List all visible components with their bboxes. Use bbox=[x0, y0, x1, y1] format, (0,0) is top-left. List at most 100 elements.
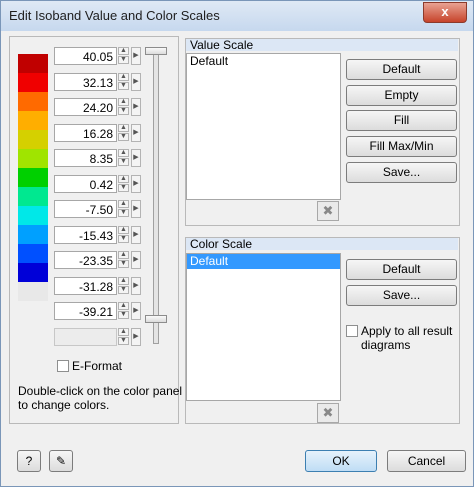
value-spinner[interactable]: 16.28 ▲ ▼ ▶ bbox=[54, 124, 141, 142]
title-bar[interactable]: Edit Isoband Value and Color Scales x bbox=[1, 1, 473, 31]
spin-up-icon[interactable]: ▲ bbox=[118, 98, 129, 106]
value-spinner[interactable]: 40.05 ▲ ▼ ▶ bbox=[54, 47, 141, 65]
color-swatch[interactable] bbox=[18, 111, 48, 130]
value-field[interactable]: 16.28 bbox=[54, 124, 117, 142]
color-swatch[interactable] bbox=[18, 54, 48, 73]
color-swatch[interactable] bbox=[18, 244, 48, 263]
side-arrow-icon[interactable]: ▶ bbox=[131, 149, 141, 167]
side-arrow-icon[interactable]: ▶ bbox=[131, 226, 141, 244]
value-spinner[interactable]: -39.21 ▲ ▼ ▶ bbox=[54, 302, 141, 320]
color-swatch[interactable] bbox=[18, 225, 48, 244]
spin-arrows[interactable]: ▲ ▼ bbox=[118, 124, 129, 142]
color-swatch[interactable] bbox=[18, 92, 48, 111]
value-field[interactable]: 8.35 bbox=[54, 149, 117, 167]
value-spinner[interactable]: -31.28 ▲ ▼ ▶ bbox=[54, 277, 141, 295]
spin-down-icon[interactable]: ▼ bbox=[118, 82, 129, 90]
list-item[interactable]: Default bbox=[187, 54, 340, 69]
color-swatch[interactable] bbox=[18, 73, 48, 92]
value-spinner[interactable]: -7.50 ▲ ▼ ▶ bbox=[54, 200, 141, 218]
close-button[interactable]: x bbox=[423, 2, 467, 23]
spin-arrows[interactable]: ▲ ▼ bbox=[118, 200, 129, 218]
spin-up-icon[interactable]: ▲ bbox=[118, 200, 129, 208]
spin-up-icon[interactable]: ▲ bbox=[118, 328, 129, 336]
color-swatch[interactable] bbox=[18, 263, 48, 282]
value-field[interactable]: -23.35 bbox=[54, 251, 117, 269]
delete-value-scale-button[interactable]: ✖ bbox=[317, 201, 339, 221]
eformat-checkbox[interactable] bbox=[57, 360, 69, 372]
spin-arrows[interactable]: ▲ ▼ bbox=[118, 226, 129, 244]
spin-up-icon[interactable]: ▲ bbox=[118, 47, 129, 55]
side-arrow-icon[interactable]: ▶ bbox=[131, 73, 141, 91]
spin-down-icon[interactable]: ▼ bbox=[118, 260, 129, 268]
spin-down-icon[interactable]: ▼ bbox=[118, 158, 129, 166]
value-default-button[interactable]: Default bbox=[346, 59, 457, 80]
spin-down-icon[interactable]: ▼ bbox=[118, 286, 129, 294]
side-arrow-icon[interactable]: ▶ bbox=[131, 302, 141, 320]
spin-down-icon[interactable]: ▼ bbox=[118, 184, 129, 192]
spin-up-icon[interactable]: ▲ bbox=[118, 277, 129, 285]
value-spinner[interactable]: 0.42 ▲ ▼ ▶ bbox=[54, 175, 141, 193]
value-scale-list[interactable]: Default bbox=[186, 53, 341, 200]
side-arrow-icon[interactable]: ▶ bbox=[131, 175, 141, 193]
spin-down-icon[interactable]: ▼ bbox=[118, 56, 129, 64]
spin-arrows[interactable]: ▲ ▼ bbox=[118, 47, 129, 65]
slider-thumb-top[interactable] bbox=[145, 47, 167, 55]
value-fill-minmax-button[interactable]: Fill Max/Min bbox=[346, 136, 457, 157]
list-item[interactable]: Default bbox=[187, 254, 340, 269]
value-field[interactable]: -39.21 bbox=[54, 302, 117, 320]
edit-button[interactable]: ✎ bbox=[49, 450, 73, 472]
slider-thumb-bottom[interactable] bbox=[145, 315, 167, 323]
spin-arrows[interactable]: ▲ ▼ bbox=[118, 328, 129, 346]
spin-up-icon[interactable]: ▲ bbox=[118, 124, 129, 132]
delete-color-scale-button[interactable]: ✖ bbox=[317, 403, 339, 423]
value-field[interactable]: -31.28 bbox=[54, 277, 117, 295]
color-swatch[interactable] bbox=[18, 149, 48, 168]
spin-down-icon[interactable]: ▼ bbox=[118, 107, 129, 115]
value-spinner[interactable]: -23.35 ▲ ▼ ▶ bbox=[54, 251, 141, 269]
color-swatch[interactable] bbox=[18, 168, 48, 187]
spin-down-icon[interactable]: ▼ bbox=[118, 133, 129, 141]
spin-arrows[interactable]: ▲ ▼ bbox=[118, 73, 129, 91]
spin-up-icon[interactable]: ▲ bbox=[118, 302, 129, 310]
help-button[interactable]: ? bbox=[17, 450, 41, 472]
spin-up-icon[interactable]: ▲ bbox=[118, 251, 129, 259]
color-swatch[interactable] bbox=[18, 187, 48, 206]
spin-arrows[interactable]: ▲ ▼ bbox=[118, 302, 129, 320]
apply-all-checkbox[interactable] bbox=[346, 325, 358, 337]
value-spinner[interactable]: 8.35 ▲ ▼ ▶ bbox=[54, 149, 141, 167]
color-save-button[interactable]: Save... bbox=[346, 285, 457, 306]
spin-up-icon[interactable]: ▲ bbox=[118, 226, 129, 234]
value-field[interactable] bbox=[54, 328, 117, 346]
value-fill-button[interactable]: Fill bbox=[346, 110, 457, 131]
spin-arrows[interactable]: ▲ ▼ bbox=[118, 251, 129, 269]
spin-arrows[interactable]: ▲ ▼ bbox=[118, 149, 129, 167]
color-scale-list[interactable]: Default bbox=[186, 253, 341, 401]
spin-arrows[interactable]: ▲ ▼ bbox=[118, 98, 129, 116]
value-save-button[interactable]: Save... bbox=[346, 162, 457, 183]
value-field[interactable]: -15.43 bbox=[54, 226, 117, 244]
side-arrow-icon[interactable]: ▶ bbox=[131, 47, 141, 65]
value-spinner[interactable]: 32.13 ▲ ▼ ▶ bbox=[54, 73, 141, 91]
spin-arrows[interactable]: ▲ ▼ bbox=[118, 277, 129, 295]
side-arrow-icon[interactable]: ▶ bbox=[131, 251, 141, 269]
side-arrow-icon[interactable]: ▶ bbox=[131, 328, 141, 346]
side-arrow-icon[interactable]: ▶ bbox=[131, 200, 141, 218]
spin-down-icon[interactable]: ▼ bbox=[118, 235, 129, 243]
ok-button[interactable]: OK bbox=[305, 450, 377, 472]
color-swatch[interactable] bbox=[18, 206, 48, 225]
side-arrow-icon[interactable]: ▶ bbox=[131, 277, 141, 295]
value-field[interactable]: 24.20 bbox=[54, 98, 117, 116]
value-spinner[interactable]: 24.20 ▲ ▼ ▶ bbox=[54, 98, 141, 116]
value-field[interactable]: 40.05 bbox=[54, 47, 117, 65]
value-field[interactable]: 32.13 bbox=[54, 73, 117, 91]
spin-up-icon[interactable]: ▲ bbox=[118, 175, 129, 183]
value-spinner[interactable]: -15.43 ▲ ▼ ▶ bbox=[54, 226, 141, 244]
scale-slider-track[interactable] bbox=[153, 50, 159, 344]
color-swatch[interactable] bbox=[18, 282, 48, 301]
value-empty-button[interactable]: Empty bbox=[346, 85, 457, 106]
value-field[interactable]: -7.50 bbox=[54, 200, 117, 218]
spin-up-icon[interactable]: ▲ bbox=[118, 73, 129, 81]
spin-down-icon[interactable]: ▼ bbox=[118, 337, 129, 345]
cancel-button[interactable]: Cancel bbox=[387, 450, 466, 472]
spin-up-icon[interactable]: ▲ bbox=[118, 149, 129, 157]
